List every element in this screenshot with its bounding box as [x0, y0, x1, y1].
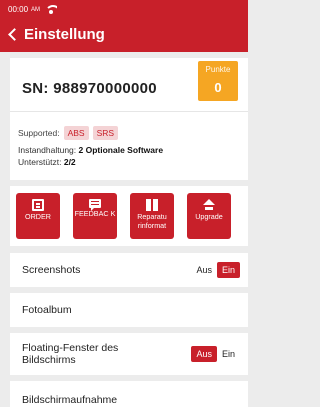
repair-info-label: Reparatu rinformat: [137, 212, 167, 230]
message-icon: [89, 199, 101, 211]
serial-number: SN: 988970000000: [22, 80, 157, 97]
maintenance-info: Instandhaltung: 2 Optionale Software: [18, 145, 163, 155]
supported2-value: 2/2: [63, 157, 76, 167]
screenshots-row: Screenshots Aus Ein: [10, 253, 248, 287]
floating-window-on-option[interactable]: Ein: [217, 346, 240, 362]
floating-window-row: Floating-Fenster des Bildschirms Aus Ein: [10, 333, 248, 375]
floating-window-toggle[interactable]: Aus Ein: [191, 346, 240, 362]
maintenance-value: 2 Optionale Software: [78, 145, 164, 155]
supported-tag-srs: SRS: [92, 126, 119, 140]
supported-tag-abs: ABS: [63, 126, 89, 140]
wifi-icon: [45, 5, 58, 14]
sn-label: SN:: [22, 80, 49, 97]
status-bar: 00:00 AM: [8, 5, 58, 14]
points-value: 0: [214, 80, 222, 95]
status-ampm: AM: [31, 6, 41, 13]
supported-systems: Supported: ABS SRS: [18, 126, 119, 140]
feedback-label: FEEDBAC K: [74, 209, 116, 218]
sn-value: 988970000000: [53, 80, 157, 97]
screenshots-toggle[interactable]: Aus Ein: [191, 262, 240, 278]
app-header: 00:00 AM Einstellung: [0, 0, 248, 52]
status-time: 00:00: [8, 5, 29, 14]
supported2-label: Unterstützt:: [18, 157, 62, 167]
device-info-card: SN: 988970000000 Punkte 0 Supported: ABS…: [10, 58, 248, 180]
screenshots-on-option[interactable]: Ein: [216, 262, 240, 278]
screenshots-label: Screenshots: [22, 264, 81, 276]
divider: [10, 111, 248, 112]
order-label: ORDER: [25, 212, 51, 221]
supported-count-info: Unterstützt: 2/2: [18, 157, 76, 167]
upgrade-label: Upgrade: [195, 212, 223, 221]
supported-label: Supported:: [18, 128, 60, 138]
floating-window-label: Floating-Fenster des Bildschirms: [22, 342, 119, 366]
photo-album-row[interactable]: Fotoalbum: [10, 293, 248, 327]
screenshots-off-option[interactable]: Aus: [191, 262, 217, 278]
page-title: Einstellung: [24, 26, 105, 43]
back-chevron-icon[interactable]: [8, 28, 21, 41]
upload-icon: [203, 199, 215, 211]
feedback-button[interactable]: FEEDBAC K: [73, 193, 117, 239]
clipboard-icon: [32, 199, 44, 211]
photo-album-label: Fotoalbum: [22, 304, 72, 316]
upgrade-button[interactable]: Upgrade: [187, 193, 231, 239]
screen-recording-label: Bildschirmaufnahme: [22, 394, 118, 406]
title-bar: Einstellung: [6, 26, 105, 43]
action-buttons-card: ORDER FEEDBAC K Reparatu rinformat Upgra…: [10, 186, 248, 246]
points-badge[interactable]: Punkte 0: [198, 61, 238, 101]
floating-window-off-option[interactable]: Aus: [191, 346, 217, 362]
maintenance-label: Instandhaltung:: [18, 145, 77, 155]
screen-recording-row[interactable]: Bildschirmaufnahme: [10, 381, 248, 407]
points-label: Punkte: [205, 65, 231, 74]
repair-info-icon: [146, 199, 158, 211]
repair-info-button[interactable]: Reparatu rinformat: [130, 193, 174, 239]
order-button[interactable]: ORDER: [16, 193, 60, 239]
